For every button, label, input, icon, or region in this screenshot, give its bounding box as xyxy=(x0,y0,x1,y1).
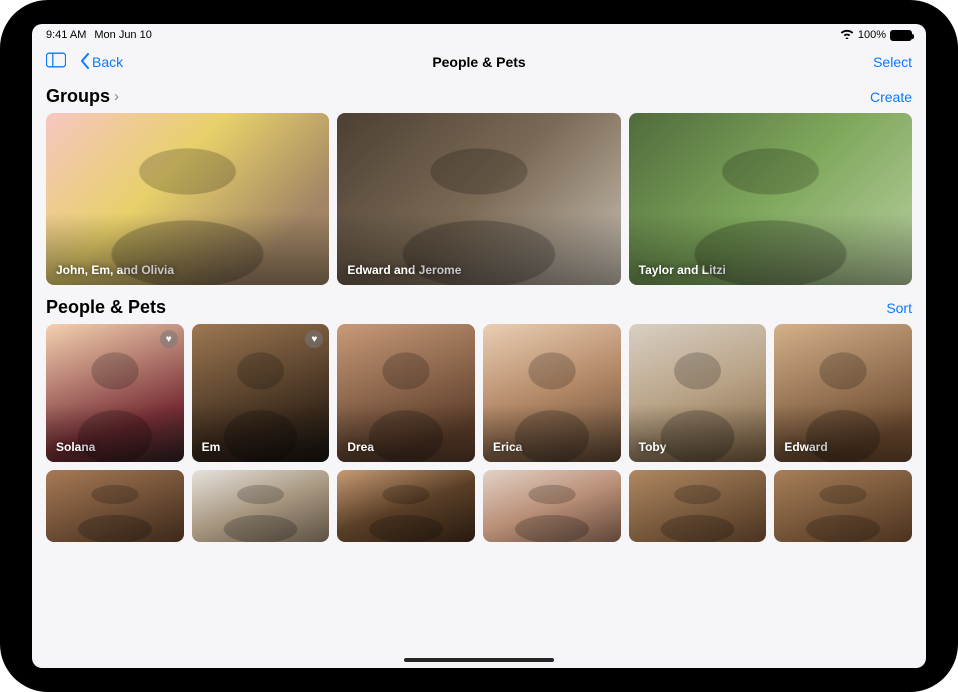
page-title: People & Pets xyxy=(432,54,525,70)
favorite-heart-icon: ♥ xyxy=(160,330,178,348)
nav-bar: Back People & Pets Select xyxy=(32,44,926,80)
person-card[interactable] xyxy=(46,470,184,542)
groups-row: John, Em, and Olivia Edward and Jerome T… xyxy=(46,113,912,285)
back-label: Back xyxy=(92,54,123,70)
people-header: People & Pets Sort xyxy=(46,297,912,318)
people-sort-button[interactable]: Sort xyxy=(886,300,912,316)
person-card[interactable] xyxy=(774,470,912,542)
person-card[interactable] xyxy=(192,470,330,542)
people-title-label: People & Pets xyxy=(46,297,166,318)
ipad-frame: 9:41 AM Mon Jun 10 100% xyxy=(0,0,958,692)
group-label: John, Em, and Olivia xyxy=(56,263,174,277)
person-label: Toby xyxy=(639,440,667,454)
person-card[interactable]: Drea xyxy=(337,324,475,462)
wifi-icon xyxy=(840,28,854,42)
group-card[interactable]: Taylor and Litzi xyxy=(629,113,912,285)
group-label: Edward and Jerome xyxy=(347,263,461,277)
content-area: Groups › Create John, Em, and Olivia Edw… xyxy=(32,80,926,668)
group-label: Taylor and Litzi xyxy=(639,263,726,277)
groups-create-button[interactable]: Create xyxy=(870,89,912,105)
chevron-right-icon: › xyxy=(114,88,119,105)
person-label: Em xyxy=(202,440,221,454)
person-label: Solana xyxy=(56,440,95,454)
person-card[interactable] xyxy=(337,470,475,542)
person-label: Erica xyxy=(493,440,522,454)
people-grid: ♥ Solana ♥ Em Drea Erica Toby Edward xyxy=(46,324,912,462)
people-grid-row2 xyxy=(46,470,912,542)
status-time: 9:41 AM xyxy=(46,29,86,41)
person-label: Drea xyxy=(347,440,374,454)
person-card[interactable]: ♥ Em xyxy=(192,324,330,462)
battery-percent: 100% xyxy=(858,29,886,41)
back-button[interactable]: Back xyxy=(80,53,123,72)
sidebar-toggle-button[interactable] xyxy=(46,52,66,73)
person-card[interactable]: ♥ Solana xyxy=(46,324,184,462)
person-card[interactable] xyxy=(483,470,621,542)
groups-title-label: Groups xyxy=(46,86,110,107)
favorite-heart-icon: ♥ xyxy=(305,330,323,348)
person-card[interactable]: Edward xyxy=(774,324,912,462)
people-title: People & Pets xyxy=(46,297,166,318)
screen: 9:41 AM Mon Jun 10 100% xyxy=(32,24,926,668)
status-date: Mon Jun 10 xyxy=(94,29,151,41)
person-card[interactable] xyxy=(629,470,767,542)
group-card[interactable]: John, Em, and Olivia xyxy=(46,113,329,285)
person-card[interactable]: Erica xyxy=(483,324,621,462)
groups-header: Groups › Create xyxy=(46,86,912,107)
select-button[interactable]: Select xyxy=(873,54,912,70)
home-indicator[interactable] xyxy=(404,658,554,662)
group-card[interactable]: Edward and Jerome xyxy=(337,113,620,285)
groups-title-button[interactable]: Groups › xyxy=(46,86,119,107)
battery-icon xyxy=(890,30,912,41)
person-card[interactable]: Toby xyxy=(629,324,767,462)
person-label: Edward xyxy=(784,440,827,454)
status-bar: 9:41 AM Mon Jun 10 100% xyxy=(32,24,926,44)
chevron-left-icon xyxy=(80,53,90,72)
